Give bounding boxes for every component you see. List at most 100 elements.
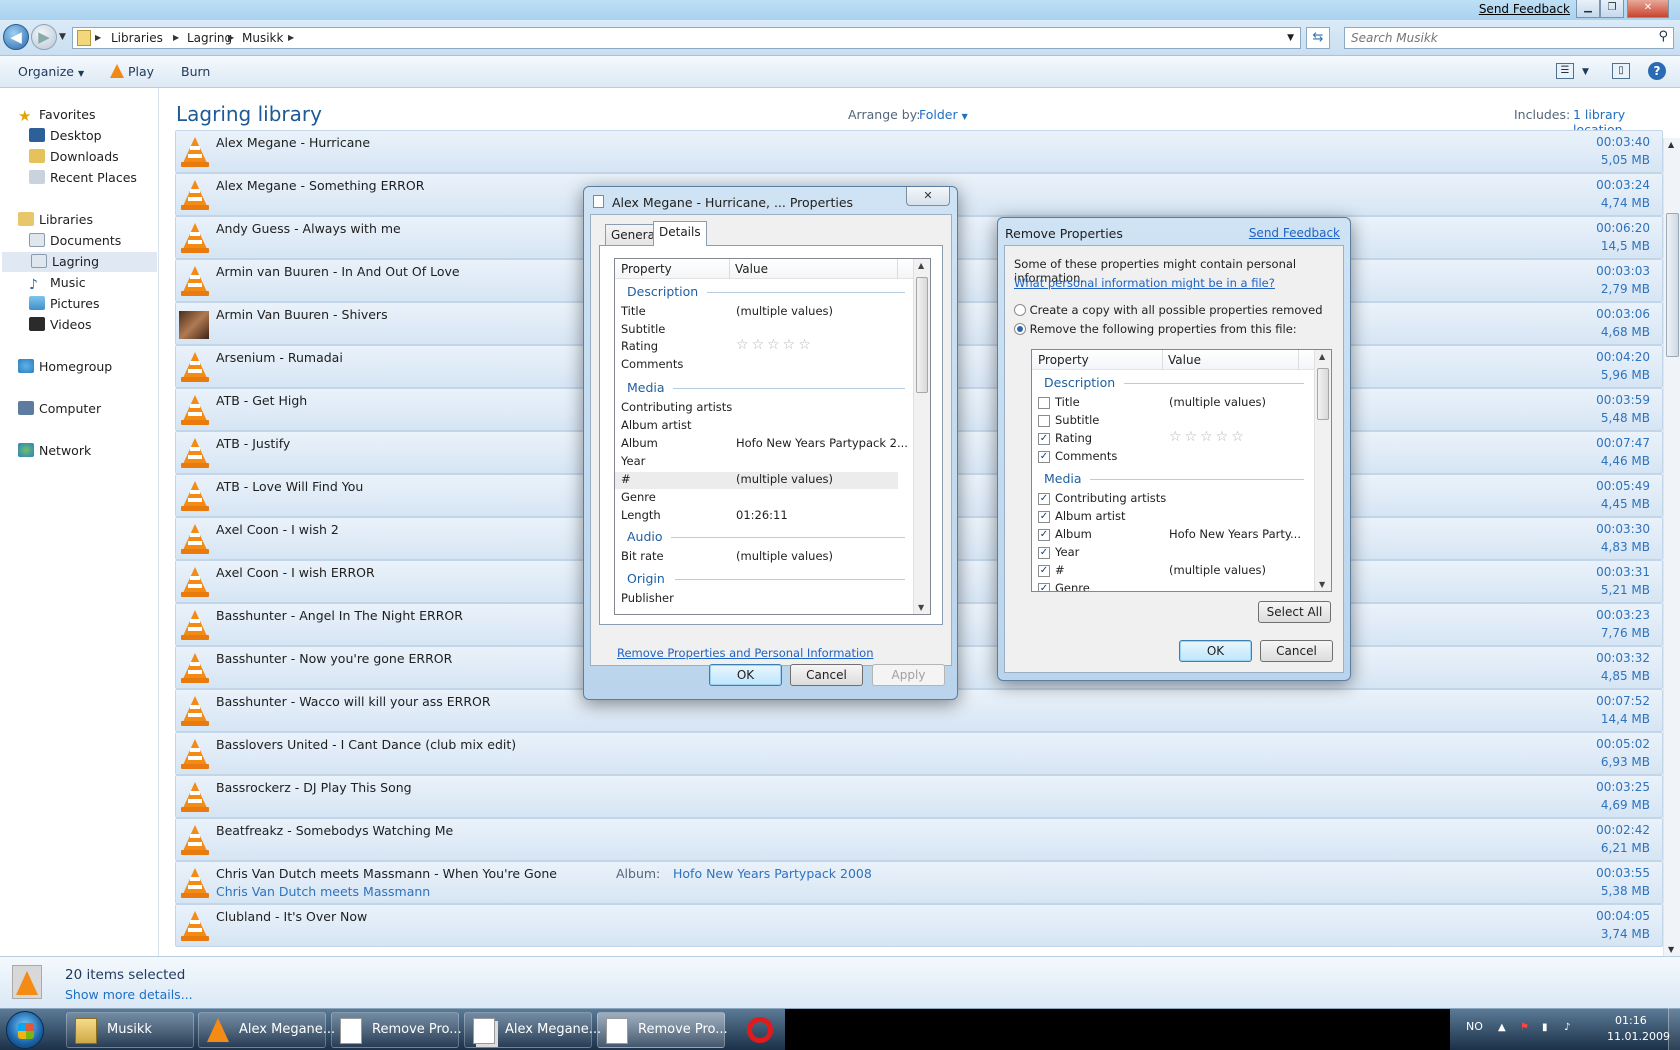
minimize-button[interactable]: ▁ bbox=[1576, 0, 1600, 18]
breadcrumb-lagring[interactable]: Lagring bbox=[187, 31, 232, 45]
property-value[interactable]: (multiple values) bbox=[736, 549, 833, 563]
apply-button[interactable]: Apply bbox=[872, 664, 945, 686]
file-row[interactable]: Bassrockerz - DJ Play This Song 00:03:25 4… bbox=[175, 775, 1663, 818]
start-button[interactable] bbox=[6, 1011, 44, 1049]
volume-icon[interactable]: ♪ bbox=[1564, 1022, 1578, 1034]
remove-row-comments[interactable]: ✓ Comments bbox=[1032, 449, 1312, 466]
scroll-up-icon[interactable]: ▲ bbox=[918, 261, 924, 270]
remove-row-contributing-artists[interactable]: ✓ Contributing artists bbox=[1032, 491, 1312, 508]
close-button[interactable]: ✕ bbox=[1627, 0, 1669, 18]
show-hidden-icons-icon[interactable]: ▲ bbox=[1498, 1022, 1512, 1034]
option-remove-properties[interactable]: Remove the following properties from thi… bbox=[1014, 322, 1297, 336]
property-value[interactable]: (multiple values) bbox=[736, 304, 833, 318]
nav-downloads[interactable]: Downloads bbox=[29, 147, 119, 167]
breadcrumb-separator[interactable]: ▶ bbox=[228, 33, 234, 42]
property-value[interactable]: 01:26:11 bbox=[736, 508, 788, 522]
recent-pages-dropdown[interactable]: ▼ bbox=[59, 32, 66, 42]
scrollbar-thumb[interactable] bbox=[916, 277, 928, 393]
breadcrumb-separator[interactable]: ▶ bbox=[173, 33, 179, 42]
scroll-down-icon[interactable]: ▼ bbox=[1319, 580, 1325, 589]
taskbar-item-musikk[interactable]: Musikk bbox=[66, 1012, 194, 1048]
nav-recent-places[interactable]: Recent Places bbox=[29, 168, 137, 188]
taskbar-item-properties-2[interactable]: Alex Megane... bbox=[464, 1012, 601, 1048]
organize-button[interactable]: Organize ▼ bbox=[18, 64, 84, 79]
radio-button[interactable] bbox=[1014, 304, 1026, 316]
scrollbar-thumb[interactable] bbox=[1666, 213, 1679, 357]
remove-row-rating[interactable]: ✓ Rating ☆☆☆☆☆ bbox=[1032, 429, 1312, 448]
cancel-button[interactable]: Cancel bbox=[1260, 640, 1333, 662]
file-list-scrollbar[interactable]: ▲ ▼ bbox=[1663, 138, 1680, 956]
file-row[interactable]: Beatfreakz - Somebodys Watching Me 00:02:… bbox=[175, 818, 1663, 861]
refresh-button[interactable]: ⇆ bbox=[1306, 27, 1330, 49]
property-row-album[interactable]: Album Hofo New Years Partypack 2... bbox=[615, 436, 908, 453]
checkbox-checked[interactable]: ✓ bbox=[1038, 547, 1050, 559]
nav-desktop[interactable]: Desktop bbox=[29, 126, 102, 146]
property-row-length[interactable]: Length 01:26:11 bbox=[615, 508, 898, 525]
properties-scrollbar[interactable]: ▲ ▼ bbox=[913, 259, 930, 614]
column-value[interactable]: Value bbox=[1168, 353, 1201, 367]
file-row[interactable]: Chris Van Dutch meets Massmann - When Yo… bbox=[175, 861, 1663, 904]
option-create-copy[interactable]: Create a copy with all possible properti… bbox=[1014, 303, 1323, 317]
dialog-close-button[interactable]: ✕ bbox=[906, 187, 950, 206]
radio-button-selected[interactable] bbox=[1014, 323, 1026, 335]
network-signal-icon[interactable]: ▮ bbox=[1542, 1022, 1556, 1034]
nav-favorites[interactable]: ★ Favorites bbox=[18, 105, 95, 125]
cancel-button[interactable]: Cancel bbox=[790, 664, 863, 686]
scrollbar-thumb[interactable] bbox=[1317, 368, 1329, 420]
address-history-dropdown[interactable]: ▼ bbox=[1287, 33, 1294, 43]
select-all-button[interactable]: Select All bbox=[1258, 601, 1331, 623]
property-value[interactable]: (multiple values) bbox=[736, 472, 833, 486]
checkbox-checked[interactable]: ✓ bbox=[1038, 565, 1050, 577]
nav-lagring[interactable]: Lagring bbox=[2, 252, 157, 272]
nav-homegroup[interactable]: Homegroup bbox=[18, 357, 112, 377]
checkbox-checked[interactable]: ✓ bbox=[1038, 583, 1050, 591]
column-value[interactable]: Value bbox=[735, 262, 768, 276]
view-options-icon[interactable]: ☰ bbox=[1556, 63, 1574, 79]
tab-details[interactable]: Details bbox=[653, 221, 707, 246]
search-input[interactable] bbox=[1345, 28, 1645, 48]
burn-button[interactable]: Burn bbox=[181, 64, 210, 79]
remove-row-album[interactable]: ✓ Album Hofo New Years Party... bbox=[1032, 527, 1312, 544]
property-row-bit-rate[interactable]: Bit rate (multiple values) bbox=[615, 549, 898, 566]
nav-computer[interactable]: Computer bbox=[18, 399, 101, 419]
property-row-contributing-artists[interactable]: Contributing artists bbox=[615, 400, 898, 417]
taskbar-item-remove-properties-2[interactable]: Remove Pro... bbox=[597, 1012, 728, 1048]
preview-pane-icon[interactable]: ▯ bbox=[1612, 63, 1630, 79]
checkbox-checked[interactable]: ✓ bbox=[1038, 451, 1050, 463]
checkbox-unchecked[interactable] bbox=[1038, 415, 1050, 427]
column-property[interactable]: Property bbox=[1038, 353, 1089, 367]
breadcrumb-libraries[interactable]: Libraries bbox=[111, 31, 163, 45]
action-center-flag-icon[interactable]: ⚑ bbox=[1520, 1022, 1534, 1034]
nav-pictures[interactable]: Pictures bbox=[29, 294, 100, 314]
send-feedback-link[interactable]: Send Feedback bbox=[1249, 226, 1340, 240]
show-more-details-link[interactable]: Show more details... bbox=[65, 987, 193, 1002]
address-bar[interactable]: ▶ Libraries ▶ Lagring ▶ Musikk ▶ ▼ bbox=[72, 27, 1301, 49]
ok-button[interactable]: OK bbox=[709, 664, 782, 686]
ok-button[interactable]: OK bbox=[1179, 640, 1252, 662]
clock-time[interactable]: 01:16 bbox=[1615, 1014, 1647, 1027]
remove-row-album-artist[interactable]: ✓ Album artist bbox=[1032, 509, 1312, 526]
language-indicator[interactable]: NO bbox=[1466, 1020, 1483, 1033]
maximize-button[interactable]: ❐ bbox=[1600, 0, 1624, 18]
property-row-album-artist[interactable]: Album artist bbox=[615, 418, 898, 435]
breadcrumb-separator[interactable]: ▶ bbox=[95, 33, 101, 42]
taskbar-item-properties[interactable]: Alex Megane... bbox=[198, 1012, 335, 1048]
remove-row-track-number[interactable]: ✓ # (multiple values) bbox=[1032, 563, 1312, 580]
opera-icon[interactable] bbox=[747, 1017, 773, 1043]
nav-libraries[interactable]: Libraries bbox=[18, 210, 93, 230]
arrange-by-dropdown[interactable]: Folder ▼ bbox=[919, 107, 968, 122]
send-feedback-link[interactable]: Send Feedback bbox=[1479, 2, 1570, 16]
property-value[interactable]: Hofo New Years Partypack 2... bbox=[736, 436, 908, 450]
property-row-title[interactable]: Title (multiple values) bbox=[615, 304, 898, 321]
checkbox-unchecked[interactable] bbox=[1038, 397, 1050, 409]
view-dropdown-chevron-icon[interactable]: ▼ bbox=[1582, 67, 1589, 77]
remove-grid-scrollbar[interactable]: ▲ ▼ bbox=[1314, 350, 1331, 591]
show-desktop-button[interactable] bbox=[1668, 1008, 1680, 1050]
remove-properties-link[interactable]: Remove Properties and Personal Informati… bbox=[617, 646, 874, 660]
search-icon[interactable]: ⚲ bbox=[1658, 29, 1668, 44]
remove-row-year[interactable]: ✓ Year bbox=[1032, 545, 1312, 562]
checkbox-checked[interactable]: ✓ bbox=[1038, 511, 1050, 523]
personal-info-link[interactable]: What personal information might be in a … bbox=[1014, 276, 1275, 290]
property-row-publisher[interactable]: Publisher bbox=[615, 591, 898, 608]
nav-videos[interactable]: Videos bbox=[29, 315, 92, 335]
